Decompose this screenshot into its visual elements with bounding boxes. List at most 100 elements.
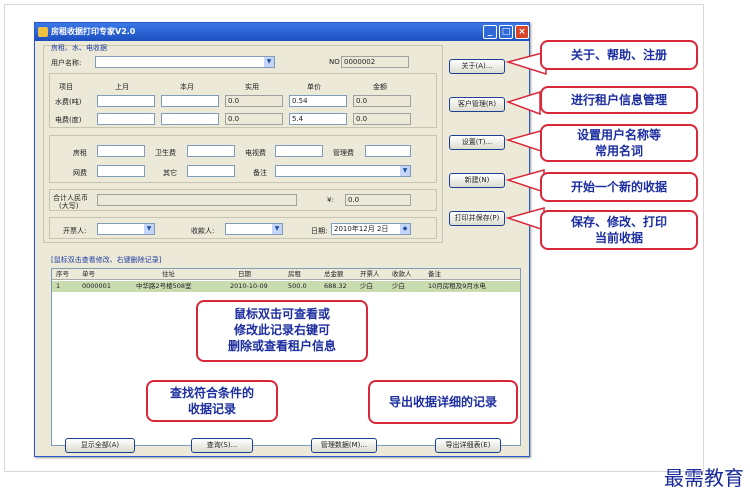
watermark-logo: 最需教育 xyxy=(664,466,744,490)
window-title: 房租收据打印专家V2.0 xyxy=(51,27,136,36)
th-receipt-no[interactable]: 单号 xyxy=(82,269,95,280)
cell-total: 688.32 xyxy=(324,282,347,290)
th-address[interactable]: 住址 xyxy=(162,269,175,280)
date-value: 2010年12月 2日 xyxy=(334,225,389,233)
callout-settings: 设置用户名称等 常用名词 xyxy=(540,124,698,162)
mgmt-input[interactable] xyxy=(365,145,411,157)
th-date[interactable]: 日期 xyxy=(238,269,251,280)
callout-about: 关于、帮助、注册 xyxy=(540,40,698,70)
issuer-select[interactable]: ▼ xyxy=(97,223,155,235)
col-item-label: 项目 xyxy=(59,83,73,91)
section-title: 房租、水、电收据 xyxy=(51,44,107,52)
total-label-line2: (大写) xyxy=(59,202,79,210)
col-actual-label: 实用 xyxy=(245,83,259,91)
total-amount-field: 0.0 xyxy=(345,194,411,206)
callout-table: 鼠标双击可查看或 修改此记录右键可 删除或查看租户信息 xyxy=(196,300,368,362)
th-receiver[interactable]: 收款人 xyxy=(392,269,412,280)
manage-data-button[interactable]: 管理数据(M)... xyxy=(311,438,377,453)
col-last-month-label: 上月 xyxy=(115,83,129,91)
sanitation-label: 卫生费 xyxy=(155,149,176,157)
spin-icon: ◆ xyxy=(400,224,410,234)
gas-label: 网费 xyxy=(73,169,87,177)
total-words-field xyxy=(97,194,297,206)
cell-receipt-no: 0000001 xyxy=(82,282,111,290)
date-picker[interactable]: 2010年12月 2日 ◆ xyxy=(331,223,411,235)
water-last-month-input[interactable] xyxy=(97,95,155,107)
col-amount-label: 金额 xyxy=(373,83,387,91)
power-last-month-input[interactable] xyxy=(97,113,155,125)
water-this-month-input[interactable] xyxy=(161,95,219,107)
callout-customers: 进行租户信息管理 xyxy=(540,86,698,114)
arrow-customers xyxy=(505,90,541,116)
export-details-button[interactable]: 导出详细表(E) xyxy=(435,438,501,453)
water-price-input[interactable]: 0.54 xyxy=(289,95,347,107)
remark-select[interactable]: ▼ xyxy=(275,165,411,177)
query-button[interactable]: 查询(S)... xyxy=(191,438,253,453)
power-price-input[interactable]: 5.4 xyxy=(289,113,347,125)
receiver-select[interactable]: ▼ xyxy=(225,223,283,235)
user-name-select[interactable]: ▼ xyxy=(95,56,275,68)
water-actual-field: 0.0 xyxy=(225,95,283,107)
chevron-down-icon: ▼ xyxy=(264,57,274,67)
about-button[interactable]: 关于(A)... xyxy=(449,59,505,74)
remark-label: 备注 xyxy=(253,169,267,177)
chevron-down-icon: ▼ xyxy=(400,166,410,176)
show-all-button[interactable]: 显示全部(A) xyxy=(65,438,135,453)
table-header: 序号 单号 住址 日期 房租 总金额 开票人 收款人 备注 xyxy=(52,269,520,280)
rent-label: 房租 xyxy=(73,149,87,157)
date-label: 日期: xyxy=(311,227,328,235)
yen-label: ¥: xyxy=(327,196,334,204)
th-rent[interactable]: 房租 xyxy=(288,269,301,280)
th-remark[interactable]: 备注 xyxy=(428,269,441,280)
arrow-print-save xyxy=(505,207,545,232)
cell-address: 中华路2号楼508室 xyxy=(136,282,192,290)
receipt-no-label: NO xyxy=(329,58,340,66)
issuer-label: 开票人: xyxy=(63,227,87,235)
chevron-down-icon: ▼ xyxy=(272,224,282,234)
tv-label: 电视费 xyxy=(245,149,266,157)
print-save-button[interactable]: 打印并保存(P) xyxy=(449,211,505,226)
cell-issuer: 少白 xyxy=(360,282,373,290)
callout-new: 开始一个新的收据 xyxy=(540,172,698,202)
col-this-month-label: 本月 xyxy=(180,83,194,91)
sanitation-input[interactable] xyxy=(187,145,235,157)
power-label: 电费(度) xyxy=(55,116,82,124)
callout-print-save: 保存、修改、打印 当前收据 xyxy=(540,210,698,250)
callout-query: 查找符合条件的 收据记录 xyxy=(146,380,278,422)
gas-input[interactable] xyxy=(97,165,145,177)
arrow-settings xyxy=(505,129,545,154)
callout-export: 导出收据详细的记录 xyxy=(368,380,518,424)
customer-management-button[interactable]: 客户管理(R) xyxy=(449,97,505,112)
water-label: 水费(吨) xyxy=(55,98,82,106)
receiver-label: 收款人: xyxy=(191,227,215,235)
cell-rent: 500.0 xyxy=(288,282,307,290)
th-issuer[interactable]: 开票人 xyxy=(360,269,380,280)
arrow-new xyxy=(505,169,545,194)
tv-input[interactable] xyxy=(275,145,323,157)
rent-input[interactable] xyxy=(97,145,145,157)
settings-button[interactable]: 设置(T)... xyxy=(449,135,505,150)
power-this-month-input[interactable] xyxy=(161,113,219,125)
cell-remark: 10月房租及9月水电 xyxy=(428,282,486,290)
col-price-label: 单价 xyxy=(307,83,321,91)
cell-index: 1 xyxy=(56,282,61,290)
new-receipt-button[interactable]: 新建(N) xyxy=(449,173,505,188)
th-total[interactable]: 总金额 xyxy=(324,269,344,280)
cell-receiver: 少白 xyxy=(392,282,405,290)
cell-date: 2010-10-09 xyxy=(230,282,268,290)
power-amount-field: 0.0 xyxy=(353,113,411,125)
power-actual-field: 0.0 xyxy=(225,113,283,125)
user-name-label: 用户名称: xyxy=(51,59,82,67)
other-label: 其它 xyxy=(163,169,177,177)
receipt-no-field: 0000002 xyxy=(341,56,409,68)
minimize-button[interactable]: _ xyxy=(483,25,497,39)
table-row[interactable]: 1 0000001 中华路2号楼508室 2010-10-09 500.0 68… xyxy=(52,281,520,292)
table-hint: [鼠标双击查看修改、右键删除记录] xyxy=(51,256,162,264)
app-icon xyxy=(38,27,48,37)
mgmt-label: 管理费 xyxy=(333,149,354,157)
th-index[interactable]: 序号 xyxy=(56,269,69,280)
chevron-down-icon: ▼ xyxy=(144,224,154,234)
water-amount-field: 0.0 xyxy=(353,95,411,107)
title-bar: 房租收据打印专家V2.0 _ □ × xyxy=(35,23,529,41)
other-input[interactable] xyxy=(187,165,235,177)
